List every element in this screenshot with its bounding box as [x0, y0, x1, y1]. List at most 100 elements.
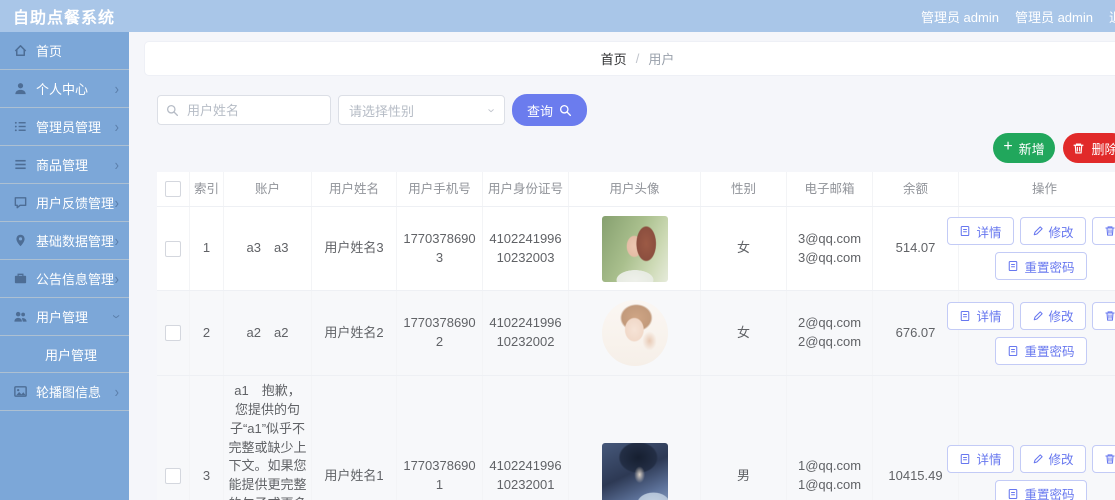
document-icon: [1007, 488, 1019, 500]
sidebar-item-goods-management[interactable]: 商品管理 ›: [0, 146, 129, 184]
row-checkbox[interactable]: [165, 325, 181, 341]
gender-select[interactable]: 请选择性别 ›: [338, 95, 505, 125]
sidebar-item-admin-management[interactable]: 管理员管理 ›: [0, 108, 129, 146]
edit-button[interactable]: 修改: [1020, 217, 1086, 245]
users-table: 索引 账户 用户姓名 用户手机号 用户身份证号 用户头像 性别 电子邮箱 余额 …: [157, 172, 1115, 500]
cell-gender: 男: [701, 376, 787, 500]
sidebar-item-announcement-management[interactable]: 公告信息管理 ›: [0, 260, 129, 298]
row-select-cell: [157, 376, 190, 500]
reset-password-button[interactable]: 重置密码: [995, 337, 1086, 365]
list-icon: [13, 119, 28, 134]
cell-idcard: 410224199610232002: [483, 291, 569, 375]
sidebar-item-home[interactable]: 首页: [0, 32, 129, 70]
reset-password-button[interactable]: 重置密码: [995, 252, 1086, 280]
admin-badge[interactable]: 管理员 admin: [1015, 7, 1093, 26]
add-button[interactable]: + 新增: [993, 133, 1055, 163]
sidebar-nav: 首页 个人中心 › 管理员管理 › 商品管理 › 用户反馈管理 › 基础数据管理…: [0, 32, 129, 500]
logout-link-partial[interactable]: 退出: [1109, 7, 1115, 26]
column-header-account: 账户: [224, 172, 312, 206]
sidebar-subitem-user-management[interactable]: 用户管理: [0, 336, 129, 373]
detail-button[interactable]: 详情: [947, 217, 1013, 245]
column-header-phone: 用户手机号: [397, 172, 483, 206]
sidebar-item-label: 轮播图信息: [36, 382, 101, 401]
column-header-actions: 操作: [959, 172, 1115, 206]
breadcrumb-separator: /: [636, 51, 640, 66]
sidebar-item-user-management[interactable]: 用户管理 ›: [0, 298, 129, 336]
detail-button[interactable]: 详情: [947, 302, 1013, 330]
cell-avatar: [569, 291, 701, 375]
row-delete-button[interactable]: 删除: [1092, 302, 1115, 330]
cell-phone: 17703786901: [397, 376, 483, 500]
user-avatar: [602, 443, 668, 500]
query-button[interactable]: 查询: [512, 94, 587, 126]
user-avatar: [602, 300, 668, 366]
app-window: 自助点餐系统 管理员 admin 管理员 admin 退出 首页 个人中心 › …: [0, 0, 1115, 500]
document-icon: [959, 225, 971, 237]
app-title: 自助点餐系统: [13, 4, 115, 28]
select-all-checkbox[interactable]: [165, 181, 181, 197]
sidebar-item-feedback-management[interactable]: 用户反馈管理 ›: [0, 184, 129, 222]
cell-idcard: 410224199610232001: [483, 376, 569, 500]
cell-account: a2 a2: [224, 291, 312, 375]
column-header-balance: 余额: [873, 172, 959, 206]
trash-icon: [1104, 310, 1115, 322]
edit-button[interactable]: 修改: [1020, 445, 1086, 473]
row-delete-button[interactable]: 删除: [1092, 217, 1115, 245]
reset-password-button[interactable]: 重置密码: [995, 480, 1086, 500]
sidebar-item-label: 基础数据管理: [36, 231, 114, 250]
cell-email: 1@qq.com 1@qq.com: [787, 376, 873, 500]
cell-name: 用户姓名3: [312, 207, 397, 290]
row-delete-button[interactable]: 删除: [1092, 445, 1115, 473]
sidebar-item-label: 个人中心: [36, 79, 88, 98]
chevron-right-icon: ›: [115, 119, 119, 135]
chevron-right-icon: ›: [115, 157, 119, 173]
admin-badge[interactable]: 管理员 admin: [921, 7, 999, 26]
detail-button[interactable]: 详情: [947, 445, 1013, 473]
users-icon: [13, 309, 28, 324]
cell-idcard: 410224199610232003: [483, 207, 569, 290]
pencil-icon: [1032, 225, 1044, 237]
delete-button[interactable]: 删除: [1063, 133, 1115, 163]
chevron-down-icon: ›: [109, 314, 125, 318]
table-header-row: 索引 账户 用户姓名 用户手机号 用户身份证号 用户头像 性别 电子邮箱 余额 …: [157, 172, 1115, 207]
document-icon: [1007, 260, 1019, 272]
sidebar-item-basic-data-management[interactable]: 基础数据管理 ›: [0, 222, 129, 260]
trash-icon: [1072, 142, 1085, 155]
username-search-field[interactable]: [157, 95, 331, 125]
column-header-avatar: 用户头像: [569, 172, 701, 206]
breadcrumb-home[interactable]: 首页: [601, 49, 627, 68]
chevron-right-icon: ›: [115, 233, 119, 249]
table-row: 3 a1 抱歉，您提供的句子“a1”似乎不完整或缺少上下文。如果您能提供更完整的…: [157, 376, 1115, 500]
sidebar-item-carousel-info[interactable]: 轮播图信息 ›: [0, 373, 129, 411]
breadcrumb: 首页 / 用户: [145, 42, 1115, 75]
sidebar-item-label: 管理员管理: [36, 117, 101, 136]
sidebar-item-label: 公告信息管理: [36, 269, 114, 288]
user-avatar: [602, 216, 668, 282]
cell-email: 3@qq.com 3@qq.com: [787, 207, 873, 290]
header-user-area: 管理员 admin 管理员 admin 退出: [921, 7, 1115, 26]
edit-button[interactable]: 修改: [1020, 302, 1086, 330]
top-header: 自助点餐系统 管理员 admin 管理员 admin 退出: [0, 0, 1115, 32]
row-actions: 详情 修改 删除 重置密码: [931, 217, 1115, 280]
trash-icon: [1104, 453, 1115, 465]
search-icon: [166, 104, 179, 117]
announcement-icon: [13, 271, 28, 286]
cell-avatar: [569, 376, 701, 500]
row-checkbox[interactable]: [165, 468, 181, 484]
row-checkbox[interactable]: [165, 241, 181, 257]
select-all-cell: [157, 172, 190, 206]
cell-account: a1 抱歉，您提供的句子“a1”似乎不完整或缺少上下文。如果您能提供更完整的句子…: [224, 376, 312, 500]
pencil-icon: [1032, 310, 1044, 322]
chevron-right-icon: ›: [115, 81, 119, 97]
pin-icon: [13, 233, 28, 248]
cell-email: 2@qq.com 2@qq.com: [787, 291, 873, 375]
chevron-down-icon: ›: [484, 108, 499, 112]
person-icon: [13, 81, 28, 96]
column-header-email: 电子邮箱: [787, 172, 873, 206]
document-icon: [959, 310, 971, 322]
search-input[interactable]: [185, 102, 322, 119]
delete-button-label: 删除: [1091, 139, 1115, 158]
cell-account: a3 a3: [224, 207, 312, 290]
column-header-name: 用户姓名: [312, 172, 397, 206]
sidebar-item-personal-center[interactable]: 个人中心 ›: [0, 70, 129, 108]
